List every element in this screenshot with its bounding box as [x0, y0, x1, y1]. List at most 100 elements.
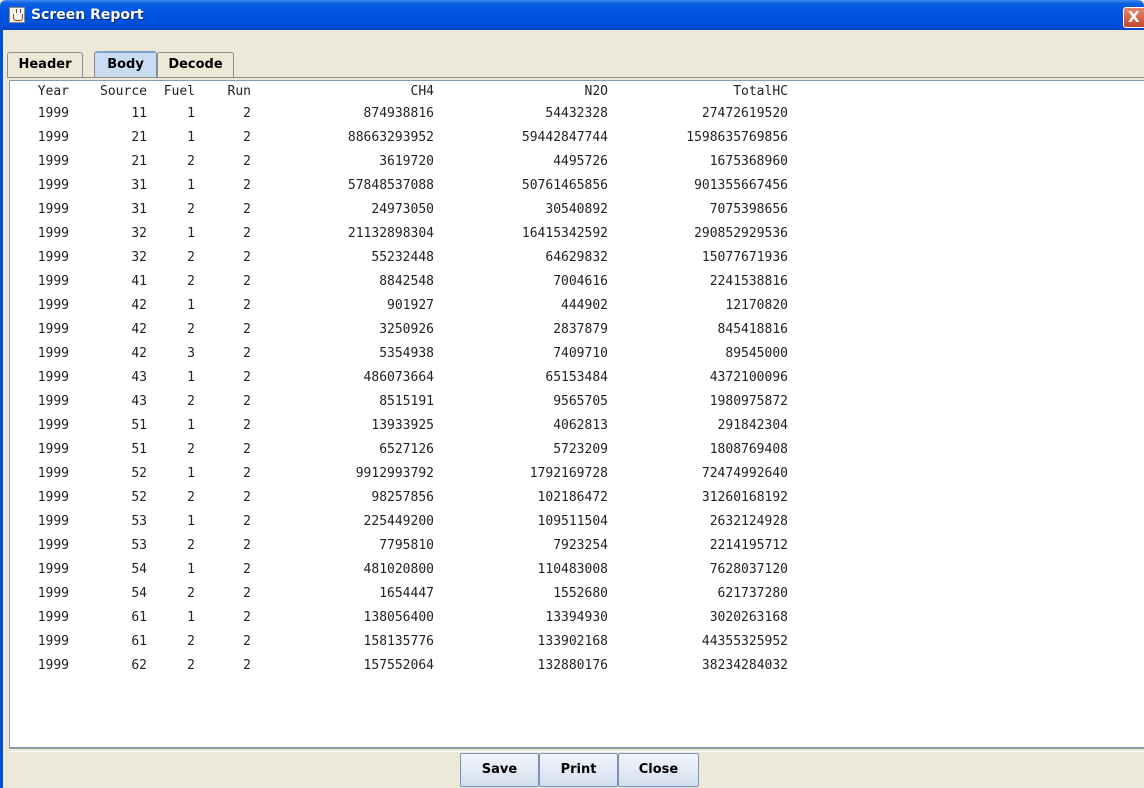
- cell-source: 54: [131, 562, 147, 577]
- cell-ch4: 157552064: [363, 658, 434, 673]
- cell-n2o: 102186472: [537, 490, 608, 505]
- cell-year: 1999: [37, 586, 69, 601]
- cell-source: 53: [131, 538, 147, 553]
- cell-year: 1999: [37, 178, 69, 193]
- cell-n2o: 109511504: [537, 514, 608, 529]
- cell-totalhc: 2241538816: [709, 274, 788, 289]
- cell-ch4: 55232448: [371, 250, 434, 265]
- cell-totalhc: 901355667456: [694, 178, 788, 193]
- cell-source: 21: [131, 130, 147, 145]
- cell-year: 1999: [37, 322, 69, 337]
- cell-ch4: 7795810: [379, 538, 434, 553]
- cell-ch4: 9912993792: [355, 466, 434, 481]
- table-row: 1999 42 3 2 5354938 7409710 89545000: [19, 342, 788, 366]
- cell-totalhc: 845418816: [717, 322, 788, 337]
- cell-fuel: 3: [187, 346, 195, 361]
- column-header-fuel: Fuel: [163, 84, 195, 99]
- report-panel[interactable]: Year Source Fuel Run CH4 N2O TotalHC 199…: [9, 80, 1144, 748]
- cell-year: 1999: [37, 274, 69, 289]
- cell-run: 2: [243, 322, 251, 337]
- cell-run: 2: [243, 346, 251, 361]
- cell-totalhc: 12170820: [725, 298, 788, 313]
- cell-year: 1999: [37, 250, 69, 265]
- cell-fuel: 2: [187, 490, 195, 505]
- cell-ch4: 3619720: [379, 154, 434, 169]
- cell-run: 2: [243, 274, 251, 289]
- cell-fuel: 2: [187, 274, 195, 289]
- cell-n2o: 50761465856: [521, 178, 608, 193]
- cell-n2o: 132880176: [537, 658, 608, 673]
- cell-source: 51: [131, 418, 147, 433]
- cell-source: 61: [131, 634, 147, 649]
- table-row: 1999 31 2 2 24973050 30540892 7075398656: [19, 198, 788, 222]
- cell-totalhc: 27472619520: [701, 106, 788, 121]
- cell-run: 2: [243, 610, 251, 625]
- cell-n2o: 133902168: [537, 634, 608, 649]
- header-row: Year Source Fuel Run CH4 N2O TotalHC: [19, 81, 788, 102]
- cell-n2o: 9565705: [553, 394, 608, 409]
- cell-run: 2: [243, 586, 251, 601]
- table-row: 1999 53 2 2 7795810 7923254 2214195712: [19, 534, 788, 558]
- cell-fuel: 1: [187, 106, 195, 121]
- cell-run: 2: [243, 514, 251, 529]
- cell-ch4: 8842548: [379, 274, 434, 289]
- cell-source: 31: [131, 202, 147, 217]
- cell-n2o: 30540892: [545, 202, 608, 217]
- cell-source: 43: [131, 370, 147, 385]
- cell-ch4: 486073664: [363, 370, 434, 385]
- cell-fuel: 1: [187, 514, 195, 529]
- cell-fuel: 2: [187, 634, 195, 649]
- cell-source: 42: [131, 346, 147, 361]
- cell-year: 1999: [37, 562, 69, 577]
- cell-totalhc: 291842304: [717, 418, 788, 433]
- cell-totalhc: 621737280: [717, 586, 788, 601]
- cell-ch4: 21132898304: [347, 226, 434, 241]
- tab-header[interactable]: Header: [7, 52, 83, 77]
- table-row: 1999 11 1 2 874938816 54432328 27472619520: [19, 102, 788, 126]
- cell-fuel: 1: [187, 610, 195, 625]
- tab-baseline: [7, 77, 1144, 78]
- close-icon[interactable]: X: [1123, 7, 1144, 28]
- cell-year: 1999: [37, 514, 69, 529]
- cell-totalhc: 72474992640: [701, 466, 788, 481]
- cell-ch4: 24973050: [371, 202, 434, 217]
- tab-decode[interactable]: Decode: [157, 52, 234, 77]
- cell-source: 42: [131, 298, 147, 313]
- cell-year: 1999: [37, 226, 69, 241]
- cell-year: 1999: [37, 106, 69, 121]
- cell-n2o: 1552680: [553, 586, 608, 601]
- cell-year: 1999: [37, 442, 69, 457]
- cell-fuel: 2: [187, 538, 195, 553]
- cell-source: 42: [131, 322, 147, 337]
- cell-ch4: 158135776: [363, 634, 434, 649]
- cell-totalhc: 7075398656: [709, 202, 788, 217]
- table-row: 1999 42 2 2 3250926 2837879 845418816: [19, 318, 788, 342]
- cell-run: 2: [243, 658, 251, 673]
- cell-year: 1999: [37, 490, 69, 505]
- cell-fuel: 2: [187, 394, 195, 409]
- cell-n2o: 54432328: [545, 106, 608, 121]
- cell-fuel: 1: [187, 466, 195, 481]
- cell-ch4: 57848537088: [347, 178, 434, 193]
- cell-run: 2: [243, 394, 251, 409]
- close-button[interactable]: Close: [618, 753, 699, 787]
- cell-run: 2: [243, 298, 251, 313]
- cell-year: 1999: [37, 346, 69, 361]
- cell-source: 53: [131, 514, 147, 529]
- tab-body[interactable]: Body: [94, 51, 157, 78]
- save-button[interactable]: Save: [460, 753, 539, 787]
- cell-fuel: 1: [187, 298, 195, 313]
- cell-run: 2: [243, 490, 251, 505]
- cell-totalhc: 38234284032: [701, 658, 788, 673]
- footer-separator: [9, 748, 1144, 752]
- cell-source: 21: [131, 154, 147, 169]
- table-row: 1999 51 1 2 13933925 4062813 291842304: [19, 414, 788, 438]
- table-body: 1999 11 1 2 874938816 54432328 27472619520 1999…: [19, 102, 788, 678]
- cell-year: 1999: [37, 298, 69, 313]
- cell-n2o: 13394930: [545, 610, 608, 625]
- cell-ch4: 8515191: [379, 394, 434, 409]
- cell-source: 54: [131, 586, 147, 601]
- cell-ch4: 138056400: [363, 610, 434, 625]
- print-button[interactable]: Print: [539, 753, 618, 787]
- cell-totalhc: 2632124928: [709, 514, 788, 529]
